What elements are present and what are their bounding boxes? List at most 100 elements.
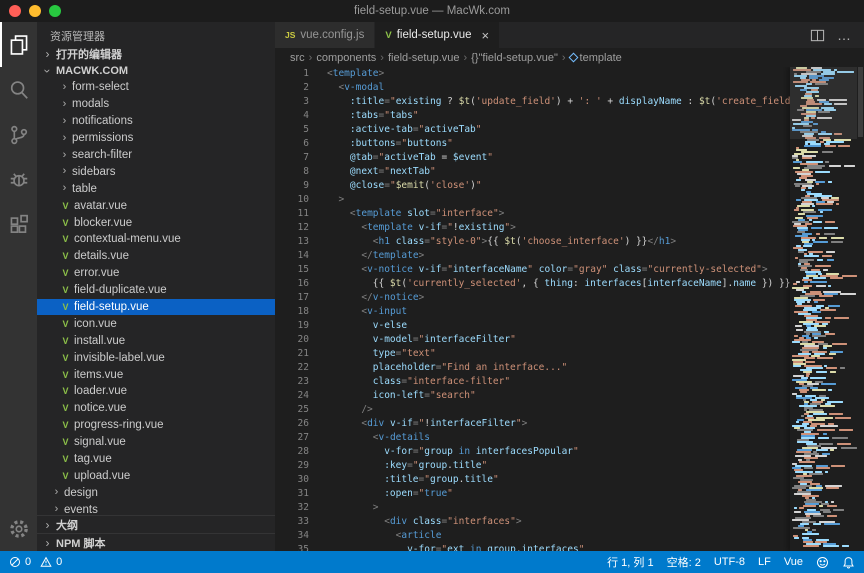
code-line[interactable]: 35 v-for="ext in group.interfaces"	[275, 543, 864, 551]
tree-item-field-duplicate-vue[interactable]: Vfield-duplicate.vue	[37, 282, 275, 299]
section-npm-scripts[interactable]: › NPM 脚本	[37, 533, 275, 551]
code-line[interactable]: 20 v-model="interfaceFilter"	[275, 333, 864, 347]
eol-setting[interactable]: LF	[758, 556, 771, 568]
tree-item-notice-vue[interactable]: Vnotice.vue	[37, 400, 275, 417]
cursor-position[interactable]: 行 1, 列 1	[607, 554, 653, 570]
code-line[interactable]: 9 @close="$emit('close')"	[275, 179, 864, 193]
extensions-icon[interactable]	[0, 202, 37, 247]
code-line[interactable]: 16 {{ $t('currently_selected', { thing: …	[275, 277, 864, 291]
close-window-button[interactable]	[9, 5, 21, 17]
source-control-icon[interactable]	[0, 112, 37, 157]
code-token	[327, 390, 373, 401]
code-line[interactable]: 23 class="interface-filter"	[275, 375, 864, 389]
code-line[interactable]: 10 >	[275, 193, 864, 207]
code-line[interactable]: 32 >	[275, 501, 864, 515]
code-line[interactable]: 1<template>	[275, 67, 864, 81]
tree-item-invisible-label-vue[interactable]: Vinvisible-label.vue	[37, 349, 275, 366]
tree-item-sidebars[interactable]: ›sidebars	[37, 163, 275, 180]
section-workspace[interactable]: › MACWK.COM	[37, 62, 275, 79]
code-line[interactable]: 3 :title="existing ? $t('update_field') …	[275, 95, 864, 109]
editor-scrollbar[interactable]	[857, 67, 864, 551]
code-line[interactable]: 21 type="text"	[275, 347, 864, 361]
breadcrumb-item[interactable]: components	[316, 52, 376, 64]
breadcrumb-item[interactable]: template	[570, 52, 622, 64]
code-line[interactable]: 19 v-else	[275, 319, 864, 333]
indentation-setting[interactable]: 空格: 2	[667, 554, 701, 570]
manage-icon[interactable]	[0, 506, 37, 551]
tree-item-progress-ring-vue[interactable]: Vprogress-ring.vue	[37, 417, 275, 434]
code-line[interactable]: 30 :title="group.title"	[275, 473, 864, 487]
code-line[interactable]: 15 <v-notice v-if="interfaceName" color=…	[275, 263, 864, 277]
breadcrumb-item[interactable]: src	[290, 52, 305, 64]
tree-item-signal-vue[interactable]: Vsignal.vue	[37, 434, 275, 451]
tree-item-blocker-vue[interactable]: Vblocker.vue	[37, 214, 275, 231]
tree-item-contextual-menu-vue[interactable]: Vcontextual-menu.vue	[37, 231, 275, 248]
tree-item-search-filter[interactable]: ›search-filter	[37, 147, 275, 164]
tree-item-loader-vue[interactable]: Vloader.vue	[37, 383, 275, 400]
code-line[interactable]: 8 @next="nextTab"	[275, 165, 864, 179]
editor[interactable]: 1<template>2 <v-modal3 :title="existing …	[275, 67, 864, 551]
notifications-bell-icon[interactable]	[842, 556, 855, 569]
code-line[interactable]: 25 />	[275, 403, 864, 417]
code-line[interactable]: 18 <v-input	[275, 305, 864, 319]
code-line[interactable]: 22 placeholder="Find an interface..."	[275, 361, 864, 375]
tree-item-items-vue[interactable]: Vitems.vue	[37, 366, 275, 383]
scrollbar-thumb[interactable]	[858, 67, 863, 137]
tree-item-install-vue[interactable]: Vinstall.vue	[37, 332, 275, 349]
tree-item-error-vue[interactable]: Verror.vue	[37, 265, 275, 282]
language-mode[interactable]: Vue	[784, 556, 803, 568]
split-editor-icon[interactable]	[810, 28, 825, 43]
code-line[interactable]: 12 <template v-if="!existing">	[275, 221, 864, 235]
code-line[interactable]: 31 :open="true"	[275, 487, 864, 501]
code-line[interactable]: 27 <v-details	[275, 431, 864, 445]
code-line[interactable]: 6 :buttons="buttons"	[275, 137, 864, 151]
tree-item-upload-vue[interactable]: Vupload.vue	[37, 467, 275, 484]
close-tab-icon[interactable]: ×	[481, 29, 489, 42]
tree-item-icon-vue[interactable]: Vicon.vue	[37, 315, 275, 332]
tree-item-table[interactable]: ›table	[37, 180, 275, 197]
problems-indicator[interactable]: 0 0	[9, 556, 62, 568]
search-icon[interactable]	[0, 67, 37, 112]
code-line[interactable]: 34 <article	[275, 529, 864, 543]
minimap-segment	[800, 391, 807, 393]
tree-item-tag-vue[interactable]: Vtag.vue	[37, 451, 275, 468]
tab-vue-config-js[interactable]: JS vue.config.js	[275, 22, 375, 48]
error-count: 0	[25, 556, 31, 568]
zoom-window-button[interactable]	[49, 5, 61, 17]
code-line[interactable]: 26 <div v-if="!interfaceFilter">	[275, 417, 864, 431]
section-open-editors[interactable]: › 打开的编辑器	[37, 45, 275, 62]
code-line[interactable]: 14 </template>	[275, 249, 864, 263]
tree-item-modals[interactable]: ›modals	[37, 96, 275, 113]
code-line[interactable]: 24 icon-left="search"	[275, 389, 864, 403]
code-line[interactable]: 17 </v-notice>	[275, 291, 864, 305]
breadcrumb-item[interactable]: field-setup.vue	[388, 52, 460, 64]
code-token	[327, 446, 384, 457]
code-line[interactable]: 2 <v-modal	[275, 81, 864, 95]
code-line[interactable]: 5 :active-tab="activeTab"	[275, 123, 864, 137]
tree-item-permissions[interactable]: ›permissions	[37, 130, 275, 147]
code-line[interactable]: 13 <h1 class="style-0">{{ $t('choose_int…	[275, 235, 864, 249]
more-actions-icon[interactable]: …	[837, 27, 852, 43]
tree-item-events[interactable]: ›events	[37, 501, 275, 515]
code-line[interactable]: 29 :key="group.title"	[275, 459, 864, 473]
section-outline[interactable]: › 大纲	[37, 515, 275, 533]
tab-field-setup-vue[interactable]: V field-setup.vue ×	[375, 22, 499, 48]
tree-item-avatar-vue[interactable]: Vavatar.vue	[37, 197, 275, 214]
tree-item-field-setup-vue[interactable]: Vfield-setup.vue	[37, 299, 275, 316]
tree-item-notifications[interactable]: ›notifications	[37, 113, 275, 130]
explorer-icon[interactable]	[0, 22, 37, 67]
code-line[interactable]: 7 @tab="activeTab = $event"	[275, 151, 864, 165]
code-line[interactable]: 11 <template slot="interface">	[275, 207, 864, 221]
code-line[interactable]: 33 <div class="interfaces">	[275, 515, 864, 529]
feedback-smiley-icon[interactable]	[816, 556, 829, 569]
tree-item-design[interactable]: ›design	[37, 484, 275, 501]
minimize-window-button[interactable]	[29, 5, 41, 17]
minimap[interactable]	[790, 67, 857, 551]
tree-item-details-vue[interactable]: Vdetails.vue	[37, 248, 275, 265]
code-line[interactable]: 28 v-for="group in interfacesPopular"	[275, 445, 864, 459]
code-line[interactable]: 4 :tabs="tabs"	[275, 109, 864, 123]
tree-item-form-select[interactable]: ›form-select	[37, 79, 275, 96]
breadcrumb-item[interactable]: {}"field-setup.vue"	[471, 52, 558, 64]
debug-icon[interactable]	[0, 157, 37, 202]
encoding-setting[interactable]: UTF-8	[714, 556, 745, 568]
